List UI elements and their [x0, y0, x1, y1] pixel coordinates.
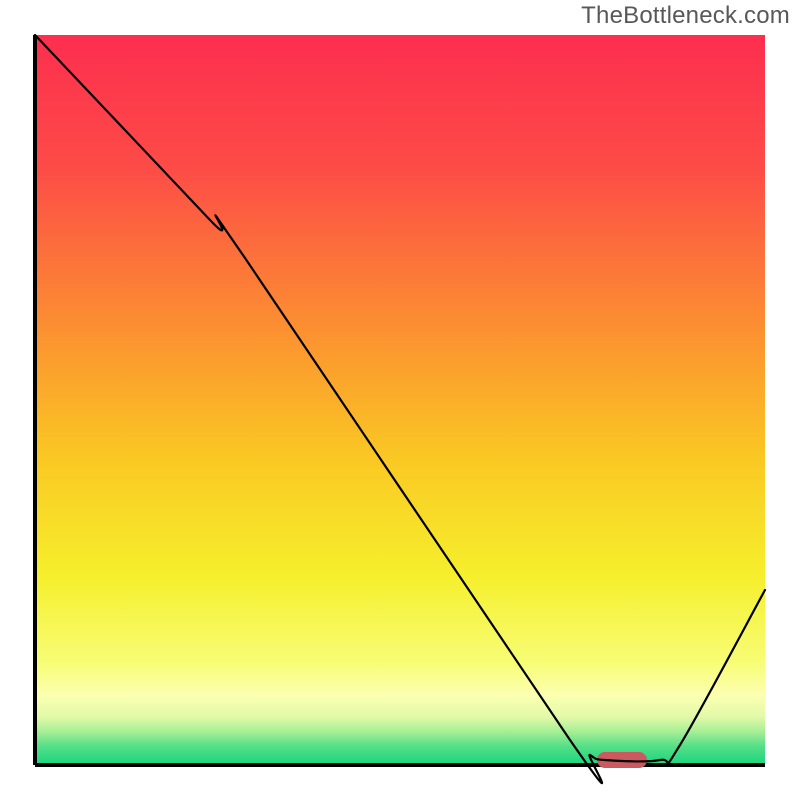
chart-svg — [0, 0, 800, 800]
chart-stage: TheBottleneck.com — [0, 0, 800, 800]
